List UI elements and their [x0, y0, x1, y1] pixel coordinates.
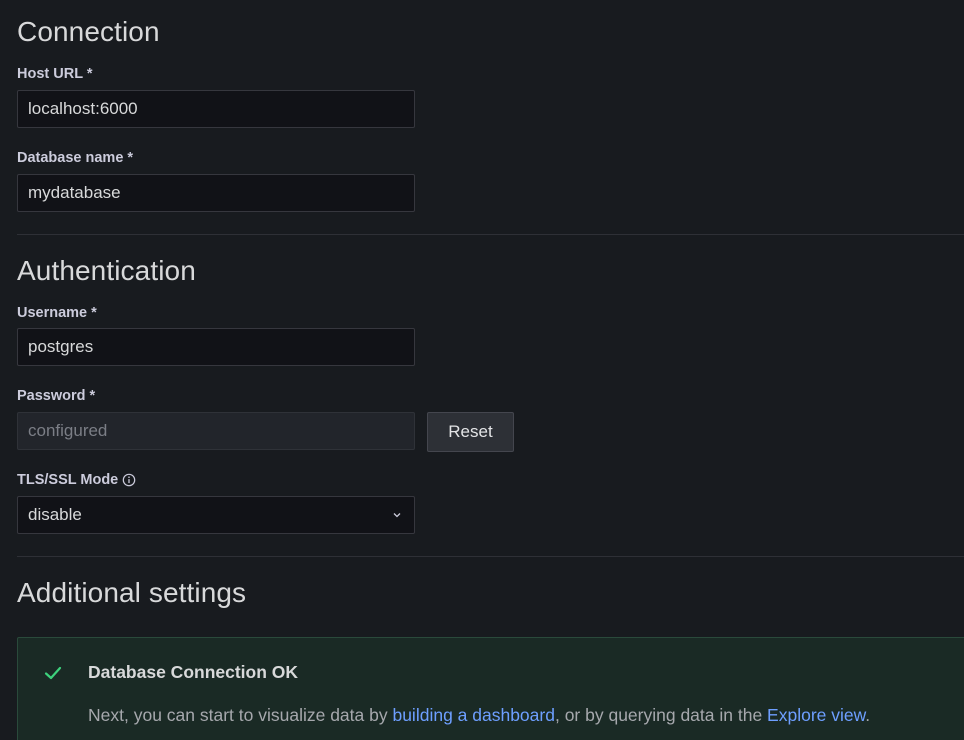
database-name-value: mydatabase [28, 183, 121, 202]
tls-mode-value: disable [28, 505, 82, 524]
alert-body-prefix: Next, you can start to visualize data by [88, 705, 393, 725]
alert-body-middle: , or by querying data in the [554, 705, 768, 725]
alert-title: Database Connection OK [88, 662, 299, 682]
section-divider [17, 556, 964, 557]
host-url-label: Host URL * [17, 65, 92, 83]
username-value: postgres [28, 337, 94, 356]
database-name-input[interactable]: mydatabase [17, 174, 415, 212]
password-label-text: Password * [17, 388, 96, 404]
info-icon[interactable] [122, 473, 136, 487]
username-input[interactable]: postgres [17, 328, 415, 366]
password-value: configured [28, 421, 108, 440]
building-dashboard-link[interactable]: building a dashboard [392, 705, 555, 725]
password-label: Password * [17, 387, 95, 405]
chevron-down-icon [393, 513, 401, 518]
reset-password-button[interactable]: Reset [427, 412, 514, 452]
host-url-input[interactable]: localhost:6000 [17, 90, 415, 128]
tls-mode-label-text: TLS/SSL Mode [17, 472, 119, 488]
username-label-text: Username * [17, 305, 97, 321]
tls-mode-label: TLS/SSL Mode [17, 471, 136, 489]
alert-body: Next, you can start to visualize data by… [88, 705, 870, 726]
explore-view-link[interactable]: Explore view [767, 705, 865, 725]
connection-success-alert: Database Connection OK Next, you can sta… [17, 637, 964, 740]
password-input: configured [17, 412, 415, 450]
alert-body-suffix: . [865, 705, 871, 725]
connection-heading: Connection [17, 16, 160, 47]
tls-mode-select[interactable]: disable [17, 496, 415, 534]
additional-settings-heading: Additional settings [17, 577, 247, 608]
database-name-label-text: Database name * [17, 150, 134, 166]
database-name-label: Database name * [17, 149, 133, 167]
check-icon [44, 666, 62, 680]
datasource-settings-page: Connection Host URL * localhost:6000 Dat… [0, 0, 964, 740]
username-label: Username * [17, 304, 97, 322]
host-url-value: localhost:6000 [28, 99, 138, 118]
host-url-label-text: Host URL * [17, 66, 93, 82]
section-divider [17, 234, 964, 235]
authentication-heading: Authentication [17, 255, 196, 286]
